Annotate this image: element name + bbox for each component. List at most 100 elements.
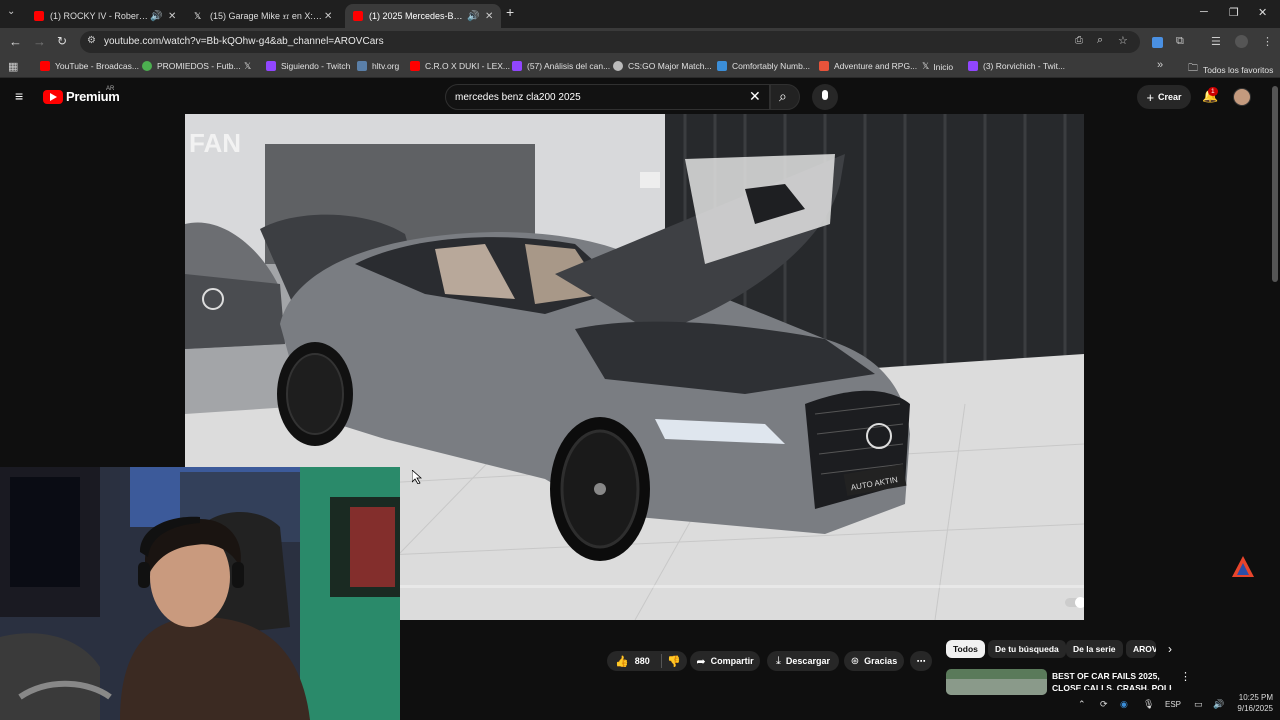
restore-icon[interactable]: ❐ [1229, 6, 1239, 19]
voice-search-button[interactable] [812, 84, 838, 110]
folder-icon: 🗀 [1188, 63, 1198, 74]
account-avatar[interactable] [1233, 88, 1251, 106]
create-button[interactable]: + Crear [1137, 85, 1191, 109]
browser-tab-bar: ⌄ (1) ROCKY IV - Robert Tepp 🔊 ✕ 𝕏 (15) … [0, 0, 1280, 28]
tray-app-icon[interactable]: ⟳ [1100, 699, 1108, 710]
bookmark-label: hltv.org [372, 61, 400, 71]
tray-display-icon[interactable]: ▭ [1194, 699, 1203, 710]
youtube-header: ≡ Premium AR mercedes benz cla200 2025 ✕… [0, 80, 1280, 114]
recommended-menu-icon[interactable]: ⋮ [1180, 670, 1191, 683]
chip-de-tu-busqueda[interactable]: De tu búsqueda [988, 640, 1066, 658]
tray-mic-icon[interactable]: 🎙 [1143, 699, 1154, 710]
profile-avatar-icon[interactable] [1235, 35, 1248, 48]
search-input[interactable]: mercedes benz cla200 2025 [455, 92, 581, 103]
media-control-icon[interactable]: ☰ [1211, 35, 1221, 48]
omnibox[interactable]: ⚙ youtube.com/watch?v=Bb-kQOhw-g4&ab_cha… [80, 31, 1140, 53]
download-button[interactable]: ⤓ Descargar [767, 651, 839, 671]
clear-search-icon[interactable]: ✕ [749, 88, 761, 105]
keyboard-language[interactable]: ESP [1165, 700, 1181, 709]
close-tab-icon[interactable]: ✕ [324, 11, 332, 22]
bookmark-label: (3) Rorvichich - Twit... [983, 61, 1066, 71]
close-tab-icon[interactable]: ✕ [485, 11, 493, 22]
search-icon: ⌕ [779, 88, 787, 104]
extension-icon[interactable] [1152, 37, 1163, 48]
close-window-icon[interactable]: ✕ [1258, 6, 1267, 19]
zoom-icon[interactable]: ⌕ [1097, 34, 1103, 47]
country-code: AR [106, 86, 115, 92]
chip-todos[interactable]: Todos [946, 640, 985, 658]
mouse-cursor [411, 469, 423, 489]
bookmark-label: PROMIEDOS - Futb... [157, 61, 241, 71]
like-dislike-group: 👍 880 👎 [607, 651, 687, 671]
chip-label: De la serie [1073, 644, 1116, 654]
tab-mercedes[interactable]: (1) 2025 Mercedes-Benz CL 🔊 ✕ [345, 4, 501, 28]
chip-arov[interactable]: AROV [1126, 640, 1156, 658]
site-info-icon[interactable]: ⚙ [87, 35, 96, 46]
autoplay-toggle[interactable] [1065, 597, 1084, 608]
thanks-button[interactable]: ⊛ Gracias [844, 651, 904, 671]
bookmark-item[interactable]: hltv.org [357, 61, 399, 71]
url-text[interactable]: youtube.com/watch?v=Bb-kQOhw-g4&ab_chann… [104, 36, 384, 47]
back-icon[interactable]: ← [9, 34, 22, 49]
like-icon[interactable]: 👍 [615, 655, 629, 668]
share-button[interactable]: ➦ Compartir [690, 651, 760, 671]
extensions-puzzle-icon[interactable]: ⧉ [1176, 35, 1184, 48]
bookmarks-bar: ▦ YouTube - Broadcas... PROMIEDOS - Futb… [0, 56, 1280, 78]
channel-watermark-icon[interactable] [1231, 555, 1255, 579]
install-app-icon[interactable]: ⎙ [1075, 35, 1083, 46]
speaker-icon[interactable]: 🔊 [467, 11, 479, 22]
search-button[interactable]: ⌕ [770, 84, 800, 110]
download-label: Descargar [785, 656, 830, 666]
system-tray: ⌃ ⟳ ◉ 🎙 ESP ▭ 🔊 10:25 PM 9/16/2025 [1070, 690, 1280, 720]
more-bookmarks-icon[interactable]: » [1157, 59, 1163, 71]
bookmark-item[interactable]: 𝕏 Inicio [922, 61, 953, 72]
progress-track[interactable] [399, 585, 1084, 588]
bookmark-item[interactable]: 𝕏 [244, 61, 251, 72]
speaker-icon[interactable]: 🔊 [150, 11, 162, 22]
chip-label: Todos [953, 644, 978, 654]
bookmark-item[interactable]: (57) Análisis del can... [512, 61, 610, 71]
minimize-icon[interactable]: ─ [1200, 6, 1208, 18]
hamburger-menu-icon[interactable]: ≡ [15, 88, 23, 104]
recommended-thumbnail[interactable] [946, 669, 1047, 695]
new-tab-icon[interactable]: + [506, 4, 514, 20]
tray-steam-icon[interactable]: ◉ [1120, 699, 1128, 710]
clock-time[interactable]: 10:25 PM [1233, 693, 1273, 702]
share-label: Compartir [710, 656, 754, 666]
close-tab-icon[interactable]: ✕ [168, 11, 176, 22]
tab-search-icon[interactable]: ⌄ [7, 6, 15, 17]
bookmark-item[interactable]: Adventure and RPG... [819, 61, 917, 71]
bookmark-item[interactable]: (3) Rorvichich - Twit... [968, 61, 1065, 71]
apps-grid-icon[interactable]: ▦ [8, 60, 18, 73]
menu-dots-icon[interactable]: ⋮ [1262, 35, 1273, 48]
tray-overflow-icon[interactable]: ⌃ [1078, 699, 1086, 710]
chips-next-icon[interactable]: › [1168, 642, 1172, 656]
bookmark-item[interactable]: Comfortably Numb... [717, 61, 810, 71]
dislike-icon[interactable]: 👎 [667, 655, 681, 668]
x-icon: 𝕏 [244, 61, 252, 71]
bookmark-label: Siguiendo - Twitch [281, 61, 351, 71]
reload-icon[interactable]: ↻ [57, 34, 67, 48]
twitch-icon [266, 61, 276, 71]
clock-date[interactable]: 9/16/2025 [1228, 704, 1273, 713]
tray-volume-icon[interactable]: 🔊 [1213, 699, 1224, 710]
page-scrollbar-thumb[interactable] [1272, 86, 1278, 282]
chip-de-la-serie[interactable]: De la serie [1066, 640, 1123, 658]
bookmark-item[interactable]: C.R.O X DUKI - LEX... [410, 61, 510, 71]
more-actions-button[interactable]: ⋯ [910, 651, 932, 671]
recommended-title[interactable]: BEST OF CAR FAILS 2025, [1052, 671, 1160, 681]
bookmark-item[interactable]: Siguiendo - Twitch [266, 61, 350, 71]
forward-icon[interactable]: → [33, 34, 46, 49]
like-count[interactable]: 880 [635, 656, 650, 666]
tab-rocky[interactable]: (1) ROCKY IV - Robert Tepp 🔊 ✕ [26, 4, 184, 28]
bookmark-item[interactable]: YouTube - Broadcas... [40, 61, 139, 71]
all-bookmarks[interactable]: 🗀 Todos los favoritos [1188, 61, 1273, 78]
youtube-logo-icon[interactable] [43, 90, 63, 104]
x-icon: 𝕏 [922, 61, 930, 71]
bookmark-item[interactable]: CS:GO Major Match... [613, 61, 712, 71]
bookmark-star-icon[interactable]: ☆ [1118, 34, 1128, 47]
chip-label: AROV [1133, 644, 1156, 654]
tab-garage-mike[interactable]: 𝕏 (15) Garage Mike 𝔵𝔯 en X: "#fem ✕ [186, 4, 342, 28]
bookmark-item[interactable]: PROMIEDOS - Futb... [142, 61, 241, 71]
search-box[interactable]: mercedes benz cla200 2025 ✕ [445, 84, 770, 110]
